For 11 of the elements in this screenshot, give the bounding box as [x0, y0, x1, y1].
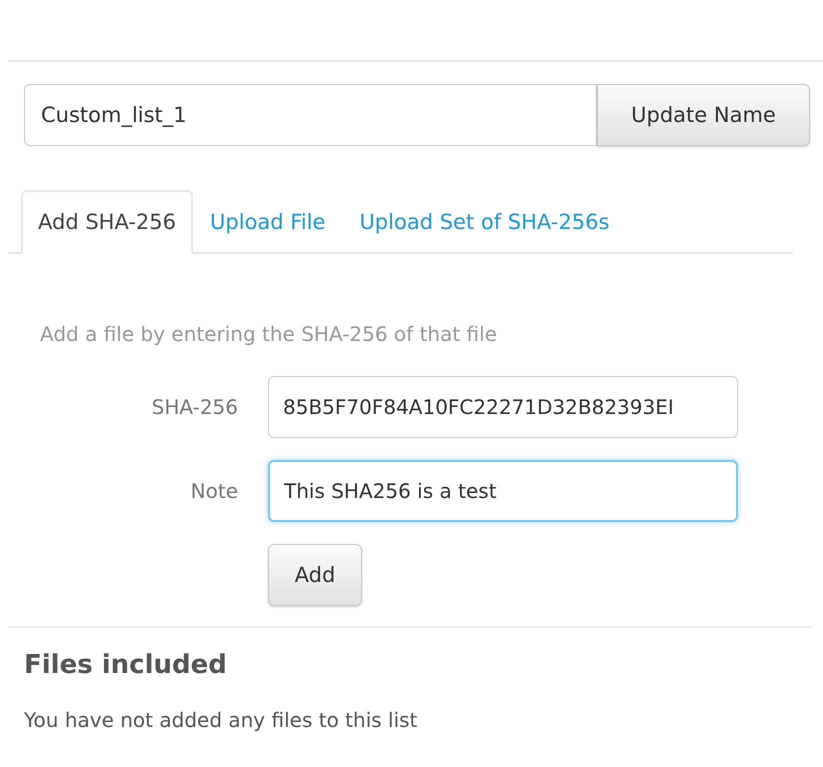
field-label: SHA-256 [150, 395, 238, 419]
update-name-button[interactable]: Update Name [597, 84, 810, 146]
tab[interactable]: Add SHA-256 [21, 190, 194, 254]
empty-message: You have not added any files to this list [24, 708, 418, 732]
list-name-field[interactable]: Custom_list_1 [24, 84, 597, 146]
input-field[interactable]: 85B5F70F84A10FC22271D32B82393EI [268, 376, 738, 438]
input-field[interactable]: This SHA256 is a test [268, 460, 738, 522]
instructions-text: Add a file by entering the SHA-256 of that file [40, 322, 498, 346]
section-title: Files included [24, 650, 228, 680]
field-label: Note [190, 479, 238, 503]
add-button[interactable]: Add [268, 544, 362, 606]
